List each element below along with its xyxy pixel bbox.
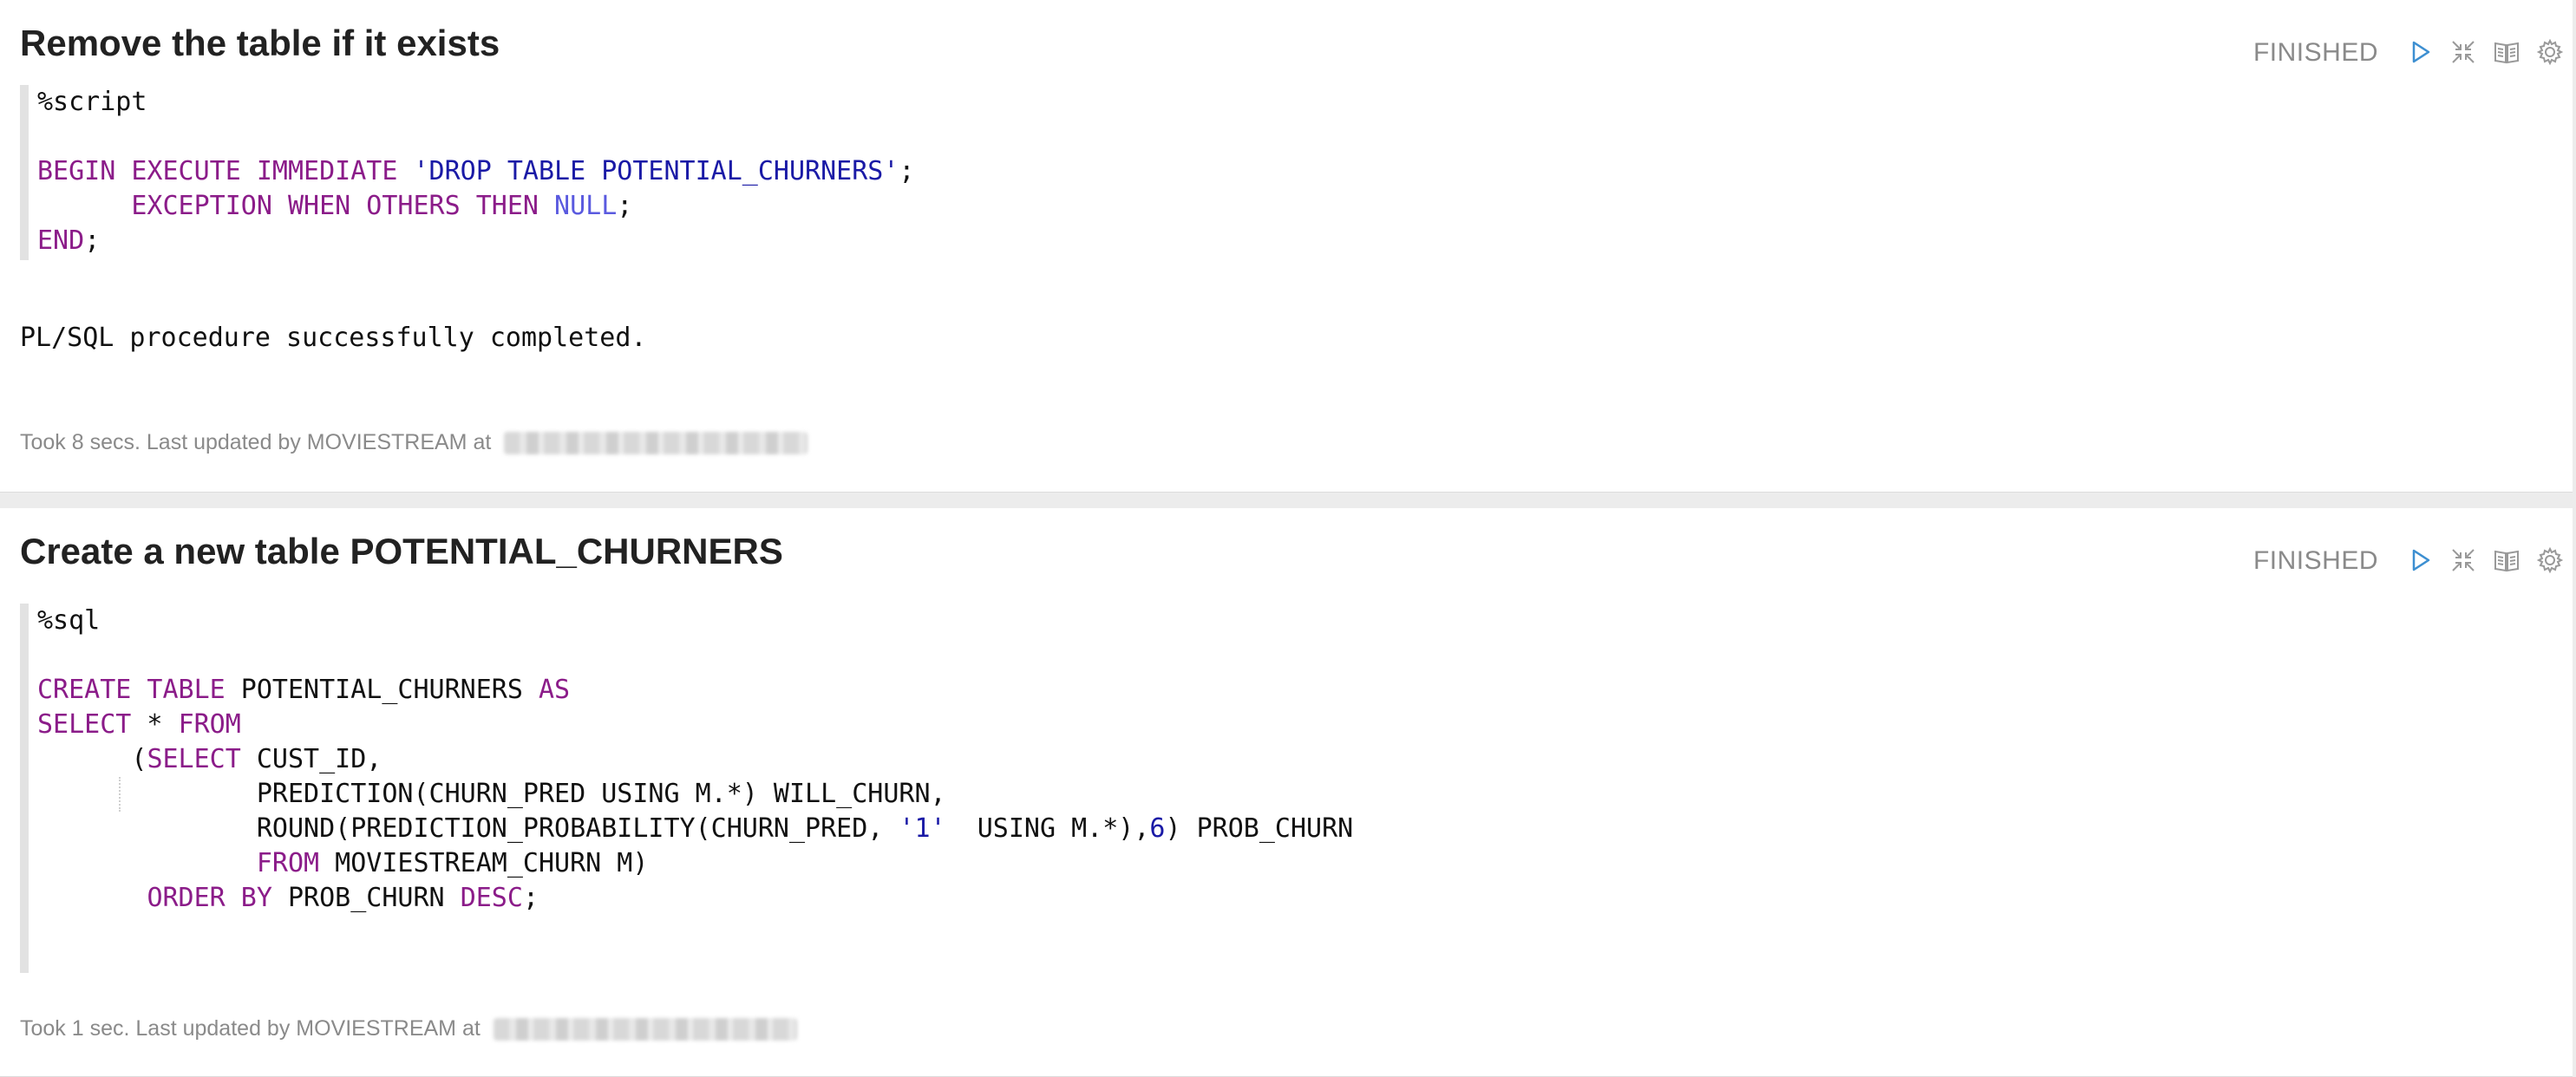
code-line: ROUND(PREDICTION_PROBABILITY(CHURN_PRED,… <box>256 813 1354 844</box>
code-editor[interactable]: %sql CREATE TABLE POTENTIAL_CHURNERS AS … <box>20 604 2535 973</box>
code-line: %script <box>37 87 147 117</box>
collapse-icon[interactable] <box>2448 36 2479 68</box>
paragraph-footer: Took 1 sec. Last updated by MOVIESTREAM … <box>20 1016 797 1041</box>
collapse-icon[interactable] <box>2448 545 2479 576</box>
redacted-timestamp <box>493 1017 797 1041</box>
footer-text: Took 8 secs. Last updated by MOVIESTREAM… <box>20 430 498 454</box>
footer-text: Took 1 sec. Last updated by MOVIESTREAM … <box>20 1016 487 1041</box>
paragraph-title: Remove the table if it exists <box>20 23 500 63</box>
gear-icon[interactable] <box>2534 545 2566 576</box>
book-icon[interactable] <box>2491 545 2522 576</box>
paragraph-drop-table: Remove the table if it exists FINISHED %… <box>0 0 2573 493</box>
code-line: CREATE TABLE POTENTIAL_CHURNERS AS <box>37 675 571 705</box>
status-label: FINISHED <box>2252 546 2378 575</box>
redacted-timestamp <box>504 431 808 454</box>
code-editor[interactable]: %script BEGIN EXECUTE IMMEDIATE 'DROP TA… <box>20 85 2535 260</box>
code-line: FROM MOVIESTREAM_CHURN M) <box>256 848 649 878</box>
code-line: %sql <box>37 605 101 636</box>
run-icon[interactable] <box>2404 36 2435 68</box>
result-output: PL/SQL procedure successfully completed. <box>20 323 647 353</box>
paragraph-title: Create a new table POTENTIAL_CHURNERS <box>20 531 783 571</box>
status-label: FINISHED <box>2252 38 2378 67</box>
code-line: SELECT * FROM <box>37 709 241 740</box>
code-line: EXCEPTION WHEN OTHERS THEN NULL; <box>131 191 633 221</box>
paragraph-create-table: Create a new table POTENTIAL_CHURNERS FI… <box>0 508 2573 1077</box>
code-line: (SELECT CUST_ID, <box>131 744 382 774</box>
gear-icon[interactable] <box>2534 36 2566 68</box>
code-line: ORDER BY PROB_CHURN DESC; <box>147 883 539 913</box>
code-line: PREDICTION(CHURN_PRED USING M.*) WILL_CH… <box>256 779 946 809</box>
book-icon[interactable] <box>2491 36 2522 68</box>
code-line: BEGIN EXECUTE IMMEDIATE 'DROP TABLE POTE… <box>37 156 915 186</box>
paragraph-footer: Took 8 secs. Last updated by MOVIESTREAM… <box>20 430 808 455</box>
code-line: END; <box>37 225 101 256</box>
run-icon[interactable] <box>2404 545 2435 576</box>
